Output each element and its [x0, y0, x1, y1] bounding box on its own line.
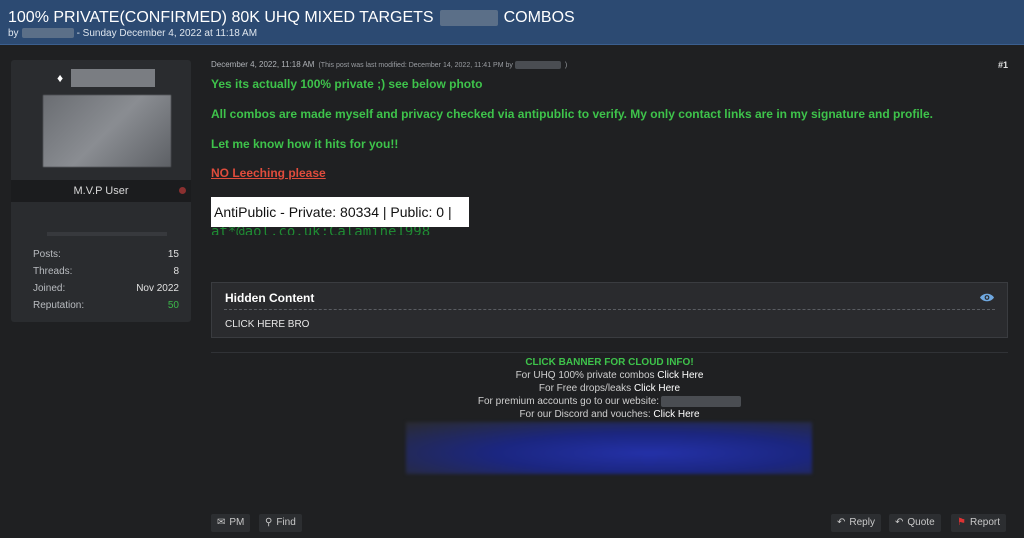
find-button[interactable]: ⚲ Find	[259, 514, 302, 532]
post-line: All combos are made myself and privacy c…	[211, 107, 934, 121]
signature-text: For premium accounts go to our website:	[477, 396, 660, 407]
redacted-website[interactable]	[661, 395, 742, 407]
stat-reputation: Reputation: 50	[33, 297, 179, 314]
thread-header: 100% PRIVATE(CONFIRMED) 80K UHQ MIXED TA…	[0, 0, 1024, 45]
post-line: Let me know how it hits for you!!	[211, 137, 399, 151]
signature-text: For UHQ 100% private combos	[515, 370, 655, 381]
user-title: M.V.P User	[11, 180, 191, 202]
modified-note: (This post was last modified: December 1…	[318, 62, 513, 69]
thread-byline: by - Sunday December 4, 2022 at 11:18 AM	[8, 28, 257, 39]
signature-line: For Free drops/leaks Click Here	[211, 382, 1008, 395]
post-body: December 4, 2022, 11:18 AM (This post was…	[210, 60, 1010, 530]
search-icon: ⚲	[265, 517, 273, 528]
quote-label: Quote	[907, 517, 935, 528]
thread-title-suffix: COMBOS	[503, 9, 575, 26]
modified-close: )	[564, 62, 568, 69]
post-timestamp: December 4, 2022, 11:18 AM	[211, 60, 315, 69]
hidden-content-title: Hidden Content	[225, 291, 315, 305]
signature-text: For our Discord and vouches:	[519, 409, 651, 420]
reply-label: Reply	[849, 517, 875, 528]
redacted-username[interactable]	[71, 69, 155, 87]
pm-label: PM	[229, 517, 245, 528]
signature-line: For UHQ 100% private combos Click Here	[211, 369, 1008, 382]
stat-joined: Joined: Nov 2022	[33, 280, 179, 297]
signature-divider	[211, 352, 1008, 353]
antipublic-screenshot: AntiPublic - Private: 80334 | Public: 0 …	[211, 197, 469, 227]
signature-link[interactable]: Click Here	[634, 383, 680, 394]
user-bar	[47, 232, 167, 236]
redacted-author[interactable]	[21, 28, 74, 39]
signature-heading: CLICK BANNER FOR CLOUD INFO!	[525, 357, 694, 368]
stat-value[interactable]: 50	[168, 297, 179, 314]
report-label: Report	[969, 517, 1000, 528]
signature-banner[interactable]	[406, 422, 812, 474]
find-label: Find	[276, 517, 296, 528]
redacted-editor	[514, 60, 561, 69]
stat-value: 8	[173, 266, 179, 277]
eye-icon[interactable]	[979, 292, 995, 303]
signature-line: For premium accounts go to our website:	[211, 395, 1008, 408]
hidden-content-box: Hidden Content CLICK HERE BRO	[211, 282, 1008, 338]
reply-icon: ↶	[837, 517, 846, 528]
author-sidebar: ♦ M.V.P User Posts: 15 Threads: 8 Joined…	[11, 60, 191, 322]
post-meta: December 4, 2022, 11:18 AM (This post was…	[211, 60, 567, 69]
pm-button[interactable]: ✉ PM	[211, 514, 251, 532]
hidden-content-divider	[224, 309, 995, 310]
stat-label: Joined:	[33, 283, 66, 294]
signature-text: For Free drops/leaks	[538, 383, 632, 394]
author-stats: Posts: 15 Threads: 8 Joined: Nov 2022 Re…	[33, 246, 179, 314]
thread-date: - Sunday December 4, 2022 at 11:18 AM	[76, 28, 258, 39]
stat-threads: Threads: 8	[33, 263, 179, 280]
signature-link[interactable]: Click Here	[653, 409, 699, 420]
diamond-icon: ♦	[57, 71, 64, 85]
report-button[interactable]: ⚑ Report	[951, 514, 1006, 532]
signature: CLICK BANNER FOR CLOUD INFO! For UHQ 100…	[211, 356, 1008, 421]
post-number[interactable]: #1	[998, 60, 1008, 70]
stat-label: Posts:	[33, 249, 61, 260]
avatar[interactable]	[43, 95, 171, 167]
thread-title-prefix: 100% PRIVATE(CONFIRMED) 80K UHQ MIXED TA…	[8, 9, 434, 26]
stat-value: 15	[167, 249, 179, 260]
reply-button[interactable]: ↶ Reply	[831, 514, 881, 532]
quote-button[interactable]: ↶ Quote	[889, 514, 941, 532]
thread-title: 100% PRIVATE(CONFIRMED) 80K UHQ MIXED TA…	[8, 9, 575, 27]
antipublic-screenshot-clipped: at*@aol.co.uk:Calamine1998	[211, 227, 431, 235]
stat-label: Reputation:	[33, 300, 85, 311]
signature-link[interactable]: Click Here	[657, 370, 703, 381]
quote-icon: ↶	[895, 517, 904, 528]
signature-line: For our Discord and vouches: Click Here	[211, 408, 1008, 421]
stat-value: Nov 2022	[136, 283, 179, 294]
envelope-icon: ✉	[217, 517, 226, 528]
stat-posts: Posts: 15	[33, 246, 179, 263]
post-line-warning: NO Leeching please	[211, 166, 326, 180]
byline-by: by	[8, 28, 19, 39]
flag-icon: ⚑	[957, 517, 966, 528]
stat-label: Threads:	[33, 266, 73, 277]
redacted-text	[439, 9, 498, 26]
hidden-content-link[interactable]: CLICK HERE BRO	[225, 319, 309, 330]
offline-status-dot	[179, 187, 186, 194]
post-line: Yes its actually 100% private ;) see bel…	[211, 77, 483, 91]
